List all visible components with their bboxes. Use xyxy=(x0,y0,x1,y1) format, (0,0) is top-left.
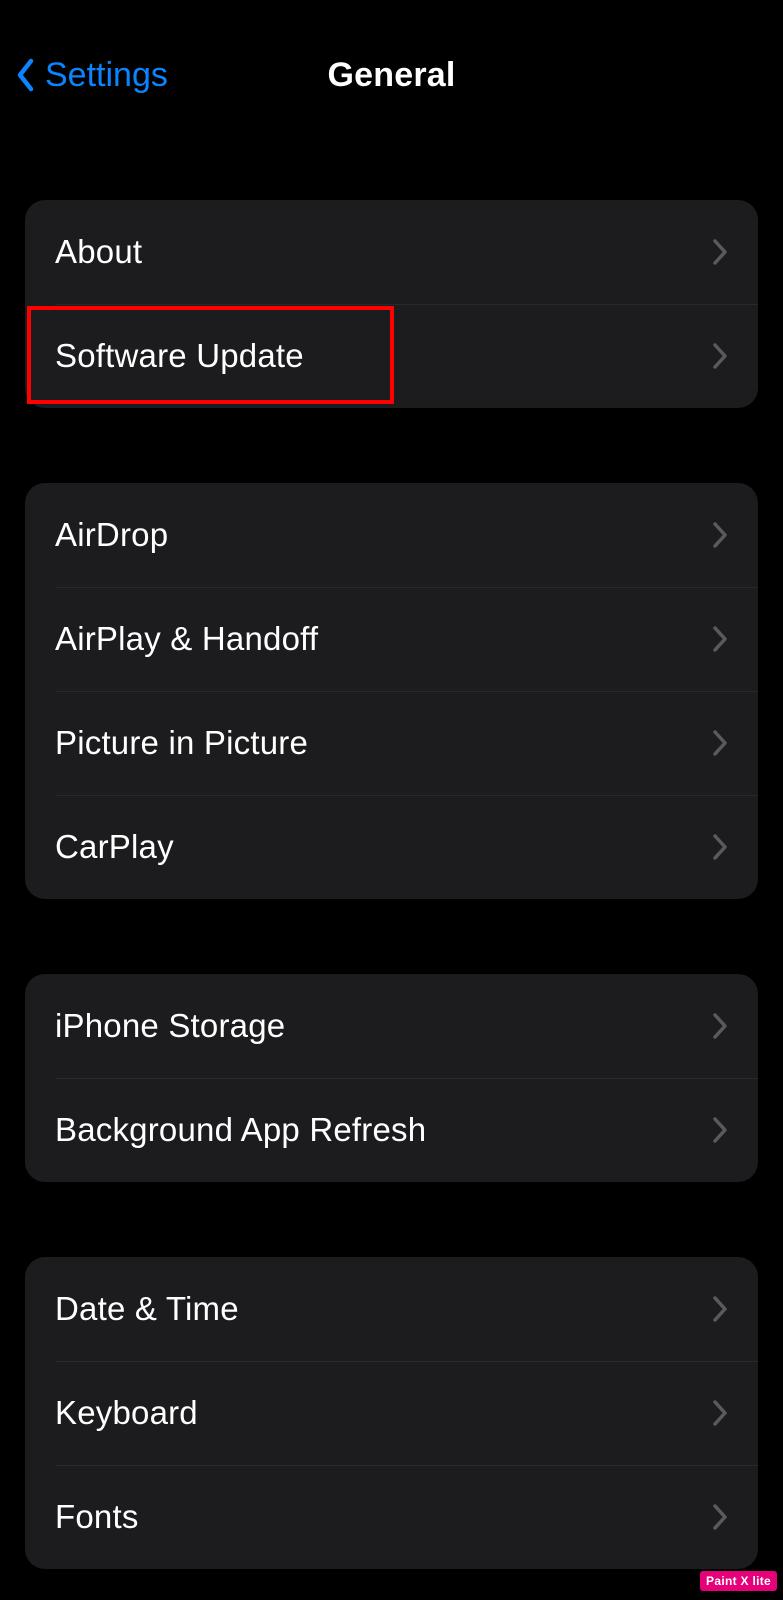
settings-group-4: Date & Time Keyboard Fonts xyxy=(25,1257,758,1569)
chevron-right-icon xyxy=(713,834,728,860)
row-label: Software Update xyxy=(55,337,304,375)
back-button[interactable]: Settings xyxy=(15,56,168,95)
row-label: CarPlay xyxy=(55,828,174,866)
settings-content: About Software Update AirDrop AirPlay & … xyxy=(0,130,783,1569)
chevron-right-icon xyxy=(713,1504,728,1530)
row-label: AirDrop xyxy=(55,516,168,554)
row-label: Background App Refresh xyxy=(55,1111,426,1149)
row-about[interactable]: About xyxy=(25,200,758,304)
navigation-bar: Settings General xyxy=(0,0,783,130)
chevron-right-icon xyxy=(713,1400,728,1426)
chevron-right-icon xyxy=(713,626,728,652)
row-label: AirPlay & Handoff xyxy=(55,620,318,658)
settings-group-1: About Software Update xyxy=(25,200,758,408)
row-keyboard[interactable]: Keyboard xyxy=(25,1361,758,1465)
row-picture-in-picture[interactable]: Picture in Picture xyxy=(25,691,758,795)
chevron-left-icon xyxy=(15,58,35,92)
row-airplay-handoff[interactable]: AirPlay & Handoff xyxy=(25,587,758,691)
settings-group-3: iPhone Storage Background App Refresh xyxy=(25,974,758,1182)
row-fonts[interactable]: Fonts xyxy=(25,1465,758,1569)
row-label: About xyxy=(55,233,142,271)
row-label: Date & Time xyxy=(55,1290,239,1328)
page-title: General xyxy=(327,56,455,95)
row-software-update[interactable]: Software Update xyxy=(25,304,758,408)
chevron-right-icon xyxy=(713,1013,728,1039)
chevron-right-icon xyxy=(713,239,728,265)
chevron-right-icon xyxy=(713,522,728,548)
chevron-right-icon xyxy=(713,343,728,369)
row-label: iPhone Storage xyxy=(55,1007,285,1045)
watermark-badge: Paint X lite xyxy=(700,1571,777,1591)
row-date-time[interactable]: Date & Time xyxy=(25,1257,758,1361)
row-label: Picture in Picture xyxy=(55,724,308,762)
row-label: Keyboard xyxy=(55,1394,198,1432)
back-label: Settings xyxy=(45,56,168,95)
chevron-right-icon xyxy=(713,1296,728,1322)
row-label: Fonts xyxy=(55,1498,139,1536)
settings-group-2: AirDrop AirPlay & Handoff Picture in Pic… xyxy=(25,483,758,899)
row-background-app-refresh[interactable]: Background App Refresh xyxy=(25,1078,758,1182)
chevron-right-icon xyxy=(713,1117,728,1143)
chevron-right-icon xyxy=(713,730,728,756)
row-airdrop[interactable]: AirDrop xyxy=(25,483,758,587)
row-iphone-storage[interactable]: iPhone Storage xyxy=(25,974,758,1078)
row-carplay[interactable]: CarPlay xyxy=(25,795,758,899)
